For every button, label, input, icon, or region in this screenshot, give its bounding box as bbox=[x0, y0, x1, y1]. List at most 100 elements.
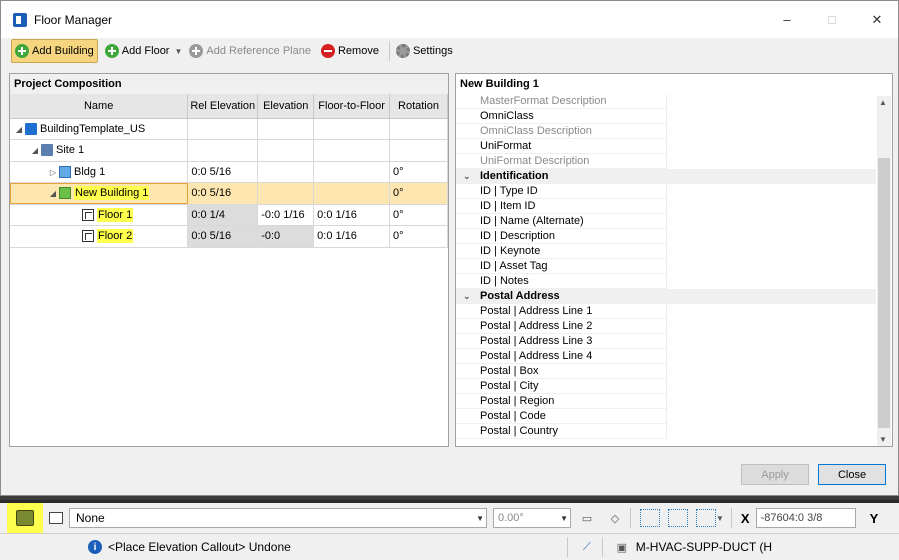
table-row[interactable]: ◢ Site 1 bbox=[10, 139, 448, 162]
add-building-button[interactable]: Add Building bbox=[11, 39, 98, 63]
rel-elevation-cell[interactable]: 0:0 5/16 bbox=[187, 182, 259, 205]
property-value[interactable] bbox=[666, 229, 876, 244]
property-row[interactable]: Postal | Code bbox=[456, 409, 876, 424]
property-row[interactable]: UniFormat bbox=[456, 139, 876, 154]
property-row[interactable]: ID | Item ID bbox=[456, 199, 876, 214]
floor-to-floor-cell[interactable]: 0:0 1/16 bbox=[313, 225, 391, 248]
remove-button[interactable]: Remove bbox=[318, 39, 382, 63]
property-row[interactable]: ID | Description bbox=[456, 229, 876, 244]
property-value[interactable] bbox=[666, 319, 876, 334]
floor-to-floor-cell[interactable] bbox=[313, 139, 391, 162]
property-value[interactable] bbox=[666, 364, 876, 379]
close-window-button[interactable]: ✕ bbox=[854, 1, 899, 38]
grid-snap-icon[interactable] bbox=[638, 507, 662, 529]
elevation-cell[interactable] bbox=[257, 118, 315, 140]
clipboard-icon[interactable]: ▭ bbox=[575, 507, 599, 529]
rel-elevation-cell[interactable] bbox=[187, 118, 259, 140]
column-header-rotation[interactable]: Rotation bbox=[389, 94, 448, 119]
property-value[interactable] bbox=[666, 94, 876, 109]
property-value[interactable] bbox=[666, 409, 876, 424]
rel-elevation-cell[interactable]: 0:0 5/16 bbox=[187, 161, 259, 183]
property-row[interactable]: Postal | Region bbox=[456, 394, 876, 409]
property-row[interactable]: ID | Name (Alternate) bbox=[456, 214, 876, 229]
measure-icon[interactable]: ⟋ bbox=[575, 536, 599, 558]
active-level[interactable]: M-HVAC-SUPP-DUCT (H bbox=[636, 540, 772, 554]
property-value[interactable] bbox=[666, 259, 876, 274]
grid-stack-icon[interactable] bbox=[694, 507, 718, 529]
floor-to-floor-cell[interactable] bbox=[313, 182, 391, 205]
expand-arrow-icon[interactable]: ▷ bbox=[47, 168, 59, 177]
add-reference-plane-button[interactable]: Add Reference Plane bbox=[186, 39, 314, 63]
property-row[interactable]: Postal | City bbox=[456, 379, 876, 394]
chevron-down-icon[interactable]: ▼ bbox=[560, 514, 568, 523]
column-header-elevation[interactable]: Elevation bbox=[257, 94, 315, 119]
property-row[interactable]: Postal | Box bbox=[456, 364, 876, 379]
property-value[interactable] bbox=[666, 394, 876, 409]
elevation-cell[interactable]: -0:0 bbox=[257, 225, 315, 248]
rotation-cell[interactable]: 0° bbox=[389, 182, 448, 205]
property-value[interactable] bbox=[666, 334, 876, 349]
elevation-cell[interactable]: -0:0 1/16 bbox=[257, 204, 315, 226]
table-row-selected[interactable]: ◢ New Building 1 0:0 5/16 0° bbox=[10, 182, 448, 205]
elevation-cell[interactable] bbox=[257, 139, 315, 162]
scroll-thumb[interactable] bbox=[878, 158, 890, 428]
property-row[interactable]: MasterFormat Description bbox=[456, 94, 876, 109]
table-row[interactable]: ▷ Bldg 1 0:0 5/16 0° bbox=[10, 161, 448, 183]
column-header-floor-to-floor[interactable]: Floor-to-Floor bbox=[313, 94, 391, 119]
floor-to-floor-cell[interactable] bbox=[313, 161, 391, 183]
chevron-down-icon[interactable]: ⌄ bbox=[463, 169, 471, 184]
maximize-button[interactable]: □ bbox=[809, 1, 855, 38]
scroll-down-icon[interactable]: ▼ bbox=[879, 435, 887, 444]
property-row[interactable]: OmniClass Description bbox=[456, 124, 876, 139]
rotation-cell[interactable] bbox=[389, 118, 448, 140]
property-row[interactable]: ID | Notes bbox=[456, 274, 876, 289]
property-value[interactable] bbox=[666, 274, 876, 289]
property-row[interactable]: Postal | Address Line 1 bbox=[456, 304, 876, 319]
elevation-cell[interactable] bbox=[257, 161, 315, 183]
rotation-cell[interactable]: 0° bbox=[389, 204, 448, 226]
property-value[interactable] bbox=[666, 124, 876, 139]
category-postal-address[interactable]: ⌄ Postal Address bbox=[456, 289, 876, 304]
floor-manager-launch-button[interactable] bbox=[7, 503, 43, 533]
property-value[interactable] bbox=[666, 139, 876, 154]
x-coordinate-field[interactable]: -87604:0 3/8 bbox=[755, 508, 856, 528]
table-row[interactable]: Floor 2 0:0 5/16 -0:0 0:0 1/16 0° bbox=[10, 225, 448, 248]
property-row[interactable]: Postal | Address Line 2 bbox=[456, 319, 876, 334]
floor-to-floor-cell[interactable] bbox=[313, 118, 391, 140]
transform-icon[interactable]: ◇ bbox=[603, 507, 627, 529]
rel-elevation-cell[interactable]: 0:0 1/4 bbox=[187, 204, 259, 226]
chevron-down-icon[interactable]: ▼ bbox=[716, 514, 724, 523]
table-row[interactable]: ◢ BuildingTemplate_US bbox=[10, 118, 448, 140]
scroll-up-icon[interactable]: ▲ bbox=[879, 98, 887, 107]
property-row[interactable]: UniFormat Description bbox=[456, 154, 876, 169]
settings-button[interactable]: Settings bbox=[393, 39, 456, 63]
rotation-cell[interactable]: 0° bbox=[389, 225, 448, 248]
property-row[interactable]: Postal | Address Line 4 bbox=[456, 349, 876, 364]
vertical-scrollbar[interactable]: ▲ ▼ bbox=[877, 96, 891, 446]
collapse-arrow-icon[interactable]: ◢ bbox=[29, 146, 41, 155]
minimize-button[interactable]: – bbox=[764, 1, 810, 38]
collapse-arrow-icon[interactable]: ◢ bbox=[13, 125, 25, 134]
property-value[interactable] bbox=[666, 109, 876, 124]
property-row[interactable]: ID | Keynote bbox=[456, 244, 876, 259]
property-value[interactable] bbox=[666, 184, 876, 199]
property-value[interactable] bbox=[666, 379, 876, 394]
property-row[interactable]: Postal | Country bbox=[456, 424, 876, 439]
close-button[interactable]: Close bbox=[818, 464, 886, 485]
column-header-name[interactable]: Name bbox=[10, 94, 189, 119]
lock-icon[interactable]: ▣ bbox=[610, 536, 634, 558]
property-value[interactable] bbox=[666, 199, 876, 214]
property-value[interactable] bbox=[666, 349, 876, 364]
property-row[interactable]: Postal | Address Line 3 bbox=[456, 334, 876, 349]
rel-elevation-cell[interactable]: 0:0 5/16 bbox=[187, 225, 259, 248]
apply-button[interactable]: Apply bbox=[741, 464, 809, 485]
grid-check-icon[interactable] bbox=[666, 507, 690, 529]
column-header-rel-elevation[interactable]: Rel Elevation bbox=[187, 94, 259, 119]
category-identification[interactable]: ⌄ Identification bbox=[456, 169, 876, 184]
chevron-down-icon[interactable]: ⌄ bbox=[463, 289, 471, 304]
floor-to-floor-cell[interactable]: 0:0 1/16 bbox=[313, 204, 391, 226]
add-floor-button[interactable]: Add Floor bbox=[102, 39, 173, 63]
property-value[interactable] bbox=[666, 214, 876, 229]
level-combo[interactable]: None ▼ bbox=[69, 508, 487, 528]
chevron-down-icon[interactable]: ▼ bbox=[476, 514, 484, 523]
